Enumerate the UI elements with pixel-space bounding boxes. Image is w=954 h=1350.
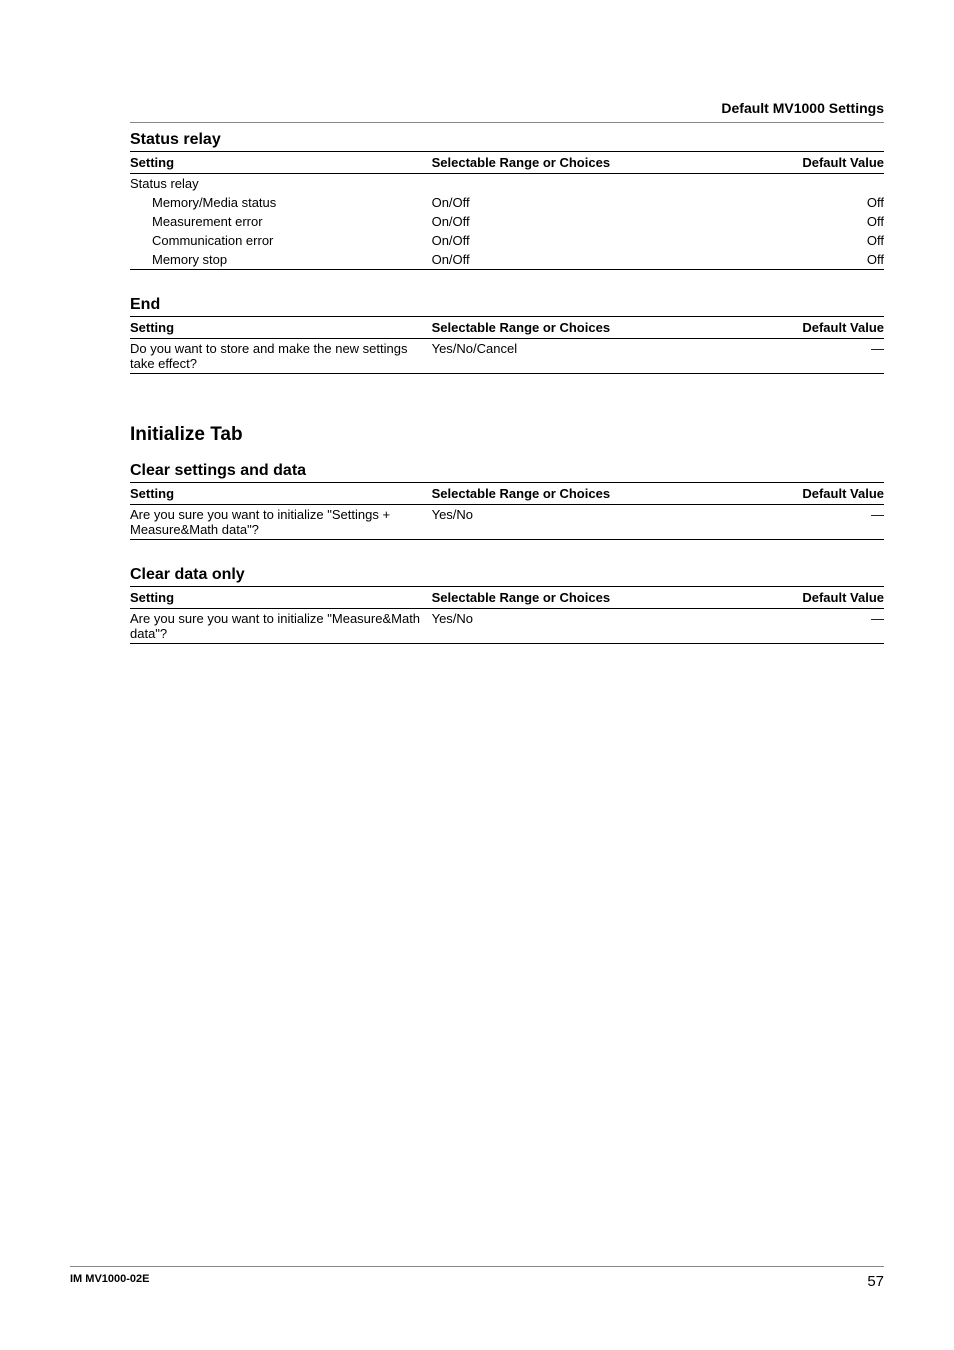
col-default: Default Value (733, 317, 884, 339)
cell-default: Off (733, 193, 884, 212)
cell-setting: Do you want to store and make the new se… (130, 339, 432, 374)
cell-choices: Yes/No (432, 505, 734, 540)
page-header-title: Default MV1000 Settings (130, 100, 884, 116)
table-row: Do you want to store and make the new se… (130, 339, 884, 374)
col-default: Default Value (733, 587, 884, 609)
table-clear-settings: Setting Selectable Range or Choices Defa… (130, 482, 884, 540)
cell-choices: Yes/No/Cancel (432, 339, 734, 374)
table-header-row: Setting Selectable Range or Choices Defa… (130, 587, 884, 609)
cell-choices (432, 174, 734, 194)
section-clear-data: Clear data only Setting Selectable Range… (130, 566, 884, 644)
table-row: Communication error On/Off Off (130, 231, 884, 250)
cell-choices: On/Off (432, 250, 734, 270)
table-clear-data: Setting Selectable Range or Choices Defa… (130, 586, 884, 644)
table-row: Memory/Media status On/Off Off (130, 193, 884, 212)
cell-choices: Yes/No (432, 609, 734, 644)
table-header-row: Setting Selectable Range or Choices Defa… (130, 152, 884, 174)
col-setting: Setting (130, 152, 432, 174)
table-row: Are you sure you want to initialize "Mea… (130, 609, 884, 644)
header-rule (130, 122, 884, 123)
cell-default: — (733, 339, 884, 374)
col-default: Default Value (733, 483, 884, 505)
cell-default: — (733, 505, 884, 540)
table-row: Measurement error On/Off Off (130, 212, 884, 231)
cell-setting: Are you sure you want to initialize "Set… (130, 505, 432, 540)
cell-setting: Memory/Media status (130, 193, 432, 212)
cell-default: Off (733, 212, 884, 231)
cell-default: Off (733, 250, 884, 270)
section-clear-settings: Clear settings and data Setting Selectab… (130, 462, 884, 540)
cell-choices: On/Off (432, 193, 734, 212)
table-row: Are you sure you want to initialize "Set… (130, 505, 884, 540)
col-choices: Selectable Range or Choices (432, 152, 734, 174)
col-choices: Selectable Range or Choices (432, 587, 734, 609)
table-row: Memory stop On/Off Off (130, 250, 884, 270)
col-choices: Selectable Range or Choices (432, 483, 734, 505)
col-choices: Selectable Range or Choices (432, 317, 734, 339)
col-setting: Setting (130, 483, 432, 505)
cell-setting: Communication error (130, 231, 432, 250)
cell-default: Off (733, 231, 884, 250)
page-footer: IM MV1000-02E 57 (70, 1266, 884, 1290)
section-title: Clear data only (130, 566, 884, 584)
tab-title: Initialize Tab (130, 424, 884, 446)
section-title: Clear settings and data (130, 462, 884, 480)
col-setting: Setting (130, 317, 432, 339)
cell-choices: On/Off (432, 231, 734, 250)
section-end: End Setting Selectable Range or Choices … (130, 296, 884, 374)
table-end: Setting Selectable Range or Choices Defa… (130, 316, 884, 374)
cell-default: — (733, 609, 884, 644)
cell-setting: Measurement error (130, 212, 432, 231)
cell-choices: On/Off (432, 212, 734, 231)
table-row: Status relay (130, 174, 884, 194)
col-default: Default Value (733, 152, 884, 174)
section-title: End (130, 296, 884, 314)
cell-setting: Memory stop (130, 250, 432, 270)
doc-id: IM MV1000-02E (70, 1273, 149, 1285)
section-status-relay: Status relay Setting Selectable Range or… (130, 131, 884, 270)
cell-setting: Are you sure you want to initialize "Mea… (130, 609, 432, 644)
table-status-relay: Setting Selectable Range or Choices Defa… (130, 151, 884, 270)
col-setting: Setting (130, 587, 432, 609)
cell-default (733, 174, 884, 194)
page-number: 57 (867, 1273, 884, 1290)
table-header-row: Setting Selectable Range or Choices Defa… (130, 317, 884, 339)
section-title: Status relay (130, 131, 884, 149)
table-header-row: Setting Selectable Range or Choices Defa… (130, 483, 884, 505)
cell-setting: Status relay (130, 174, 432, 194)
